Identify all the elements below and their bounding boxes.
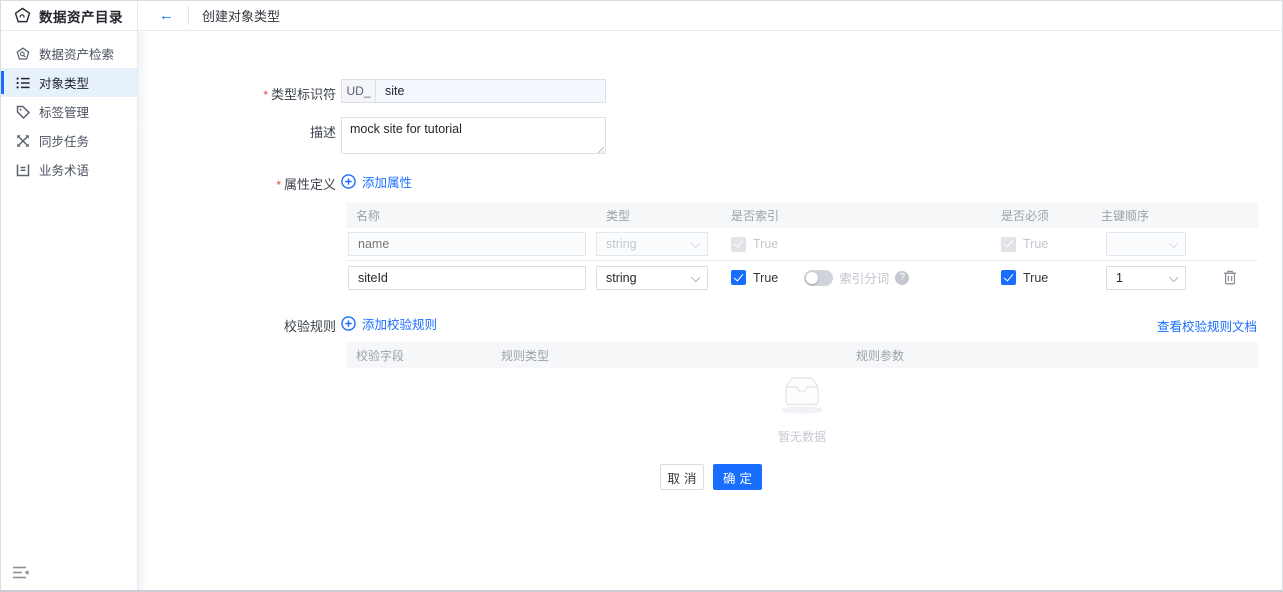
toggle-knob xyxy=(806,272,818,284)
delete-row-icon[interactable] xyxy=(1223,270,1258,285)
col-key-order: 主键顺序 xyxy=(1091,207,1201,224)
key-order-select xyxy=(1106,232,1186,256)
sidebar-item-object-type[interactable]: 对象类型 xyxy=(1,68,137,97)
cancel-button[interactable]: 取消 xyxy=(660,464,704,490)
col-name: 名称 xyxy=(346,207,596,224)
type-identifier-input[interactable] xyxy=(376,80,605,102)
type-identifier-label: *类型标识符 xyxy=(146,84,336,103)
required-mark: * xyxy=(263,88,268,102)
chevron-down-icon xyxy=(1169,239,1178,248)
sidebar-item-tag-management[interactable]: 标签管理 xyxy=(1,97,137,126)
chevron-down-icon xyxy=(691,239,700,248)
tokenize-label: 索引分词 xyxy=(839,268,889,287)
col-required: 是否必须 xyxy=(991,207,1091,224)
add-circle-icon xyxy=(341,174,356,189)
add-rule-button[interactable]: 添加校验规则 xyxy=(341,314,437,333)
confirm-button[interactable]: 确定 xyxy=(713,464,762,490)
back-arrow-icon[interactable]: ← xyxy=(159,8,174,23)
collapse-sidebar-icon[interactable] xyxy=(13,566,31,580)
attributes-label: *属性定义 xyxy=(146,174,336,193)
table-row: string True 索引分词 ? True 1 xyxy=(346,261,1258,294)
required-checkbox xyxy=(1001,237,1016,252)
empty-box-icon xyxy=(777,373,827,415)
sync-icon xyxy=(15,133,30,148)
glossary-icon xyxy=(15,162,30,177)
tag-icon xyxy=(15,104,30,119)
asset-search-icon xyxy=(15,46,30,61)
badge-logo-icon xyxy=(14,7,31,24)
sidebar-item-label: 标签管理 xyxy=(39,102,89,121)
page-header: ← 创建对象类型 xyxy=(138,1,1282,31)
attr-name-input xyxy=(348,232,586,256)
attributes-table: 名称 类型 是否索引 是否必须 主键顺序 string True True st… xyxy=(346,202,1258,294)
sidebar-item-glossary[interactable]: 业务术语 xyxy=(1,155,137,184)
app-title: 数据资产目录 xyxy=(39,6,123,26)
col-indexed: 是否索引 xyxy=(721,207,991,224)
chevron-down-icon xyxy=(1169,272,1178,281)
rules-empty-state: 暂无数据 xyxy=(346,373,1258,445)
col-type: 类型 xyxy=(596,207,721,224)
page-title: 创建对象类型 xyxy=(188,6,280,25)
attr-type-select[interactable]: string xyxy=(596,266,708,290)
add-attribute-button[interactable]: 添加属性 xyxy=(341,172,412,191)
description-textarea[interactable]: mock site for tutorial xyxy=(341,117,606,154)
empty-state-text: 暂无数据 xyxy=(346,428,1258,445)
rules-table-header: 校验字段 规则类型 规则参数 xyxy=(346,342,1258,368)
sidebar: 数据资产目录 数据资产检索 对象类型 标签管理 xyxy=(1,1,138,590)
sidebar-nav: 数据资产检索 对象类型 标签管理 同步任务 xyxy=(1,39,137,184)
app-logo-row: 数据资产目录 xyxy=(1,1,137,31)
required-mark: * xyxy=(276,178,281,192)
attributes-table-header: 名称 类型 是否索引 是否必须 主键顺序 xyxy=(346,202,1258,228)
sidebar-item-label: 同步任务 xyxy=(39,131,89,150)
sidebar-item-sync-tasks[interactable]: 同步任务 xyxy=(1,126,137,155)
sidebar-item-label: 对象类型 xyxy=(39,73,89,92)
object-type-list-icon xyxy=(15,75,30,90)
required-checkbox[interactable] xyxy=(1001,270,1016,285)
attr-type-select: string xyxy=(596,232,708,256)
sidebar-item-label: 数据资产检索 xyxy=(39,44,114,63)
rules-doc-link[interactable]: 查看校验规则文档 xyxy=(1157,316,1257,335)
create-object-type-form: *类型标识符 UD_ 描述 mock site for tutorial *属性… xyxy=(138,32,1282,590)
col-rule-field: 校验字段 xyxy=(346,347,491,364)
description-label: 描述 xyxy=(146,122,336,141)
key-order-select[interactable]: 1 xyxy=(1106,266,1186,290)
type-identifier-prefix: UD_ xyxy=(342,80,376,102)
table-row: string True True xyxy=(346,228,1258,261)
sidebar-item-label: 业务术语 xyxy=(39,160,89,179)
sidebar-item-asset-search[interactable]: 数据资产检索 xyxy=(1,39,137,68)
col-rule-type: 规则类型 xyxy=(491,347,846,364)
col-rule-params: 规则参数 xyxy=(846,347,1258,364)
chevron-down-icon xyxy=(691,272,700,281)
tokenize-toggle[interactable] xyxy=(804,270,833,286)
help-icon[interactable]: ? xyxy=(895,271,909,285)
app-window: 数据资产目录 数据资产检索 对象类型 标签管理 xyxy=(0,0,1283,592)
attr-name-input[interactable] xyxy=(348,266,586,290)
type-identifier-group: UD_ xyxy=(341,79,606,103)
indexed-checkbox xyxy=(731,237,746,252)
rules-label: 校验规则 xyxy=(146,316,336,335)
content-left-shadow xyxy=(138,32,147,590)
add-circle-icon xyxy=(341,316,356,331)
indexed-checkbox[interactable] xyxy=(731,270,746,285)
rules-table: 校验字段 规则类型 规则参数 xyxy=(346,342,1258,368)
